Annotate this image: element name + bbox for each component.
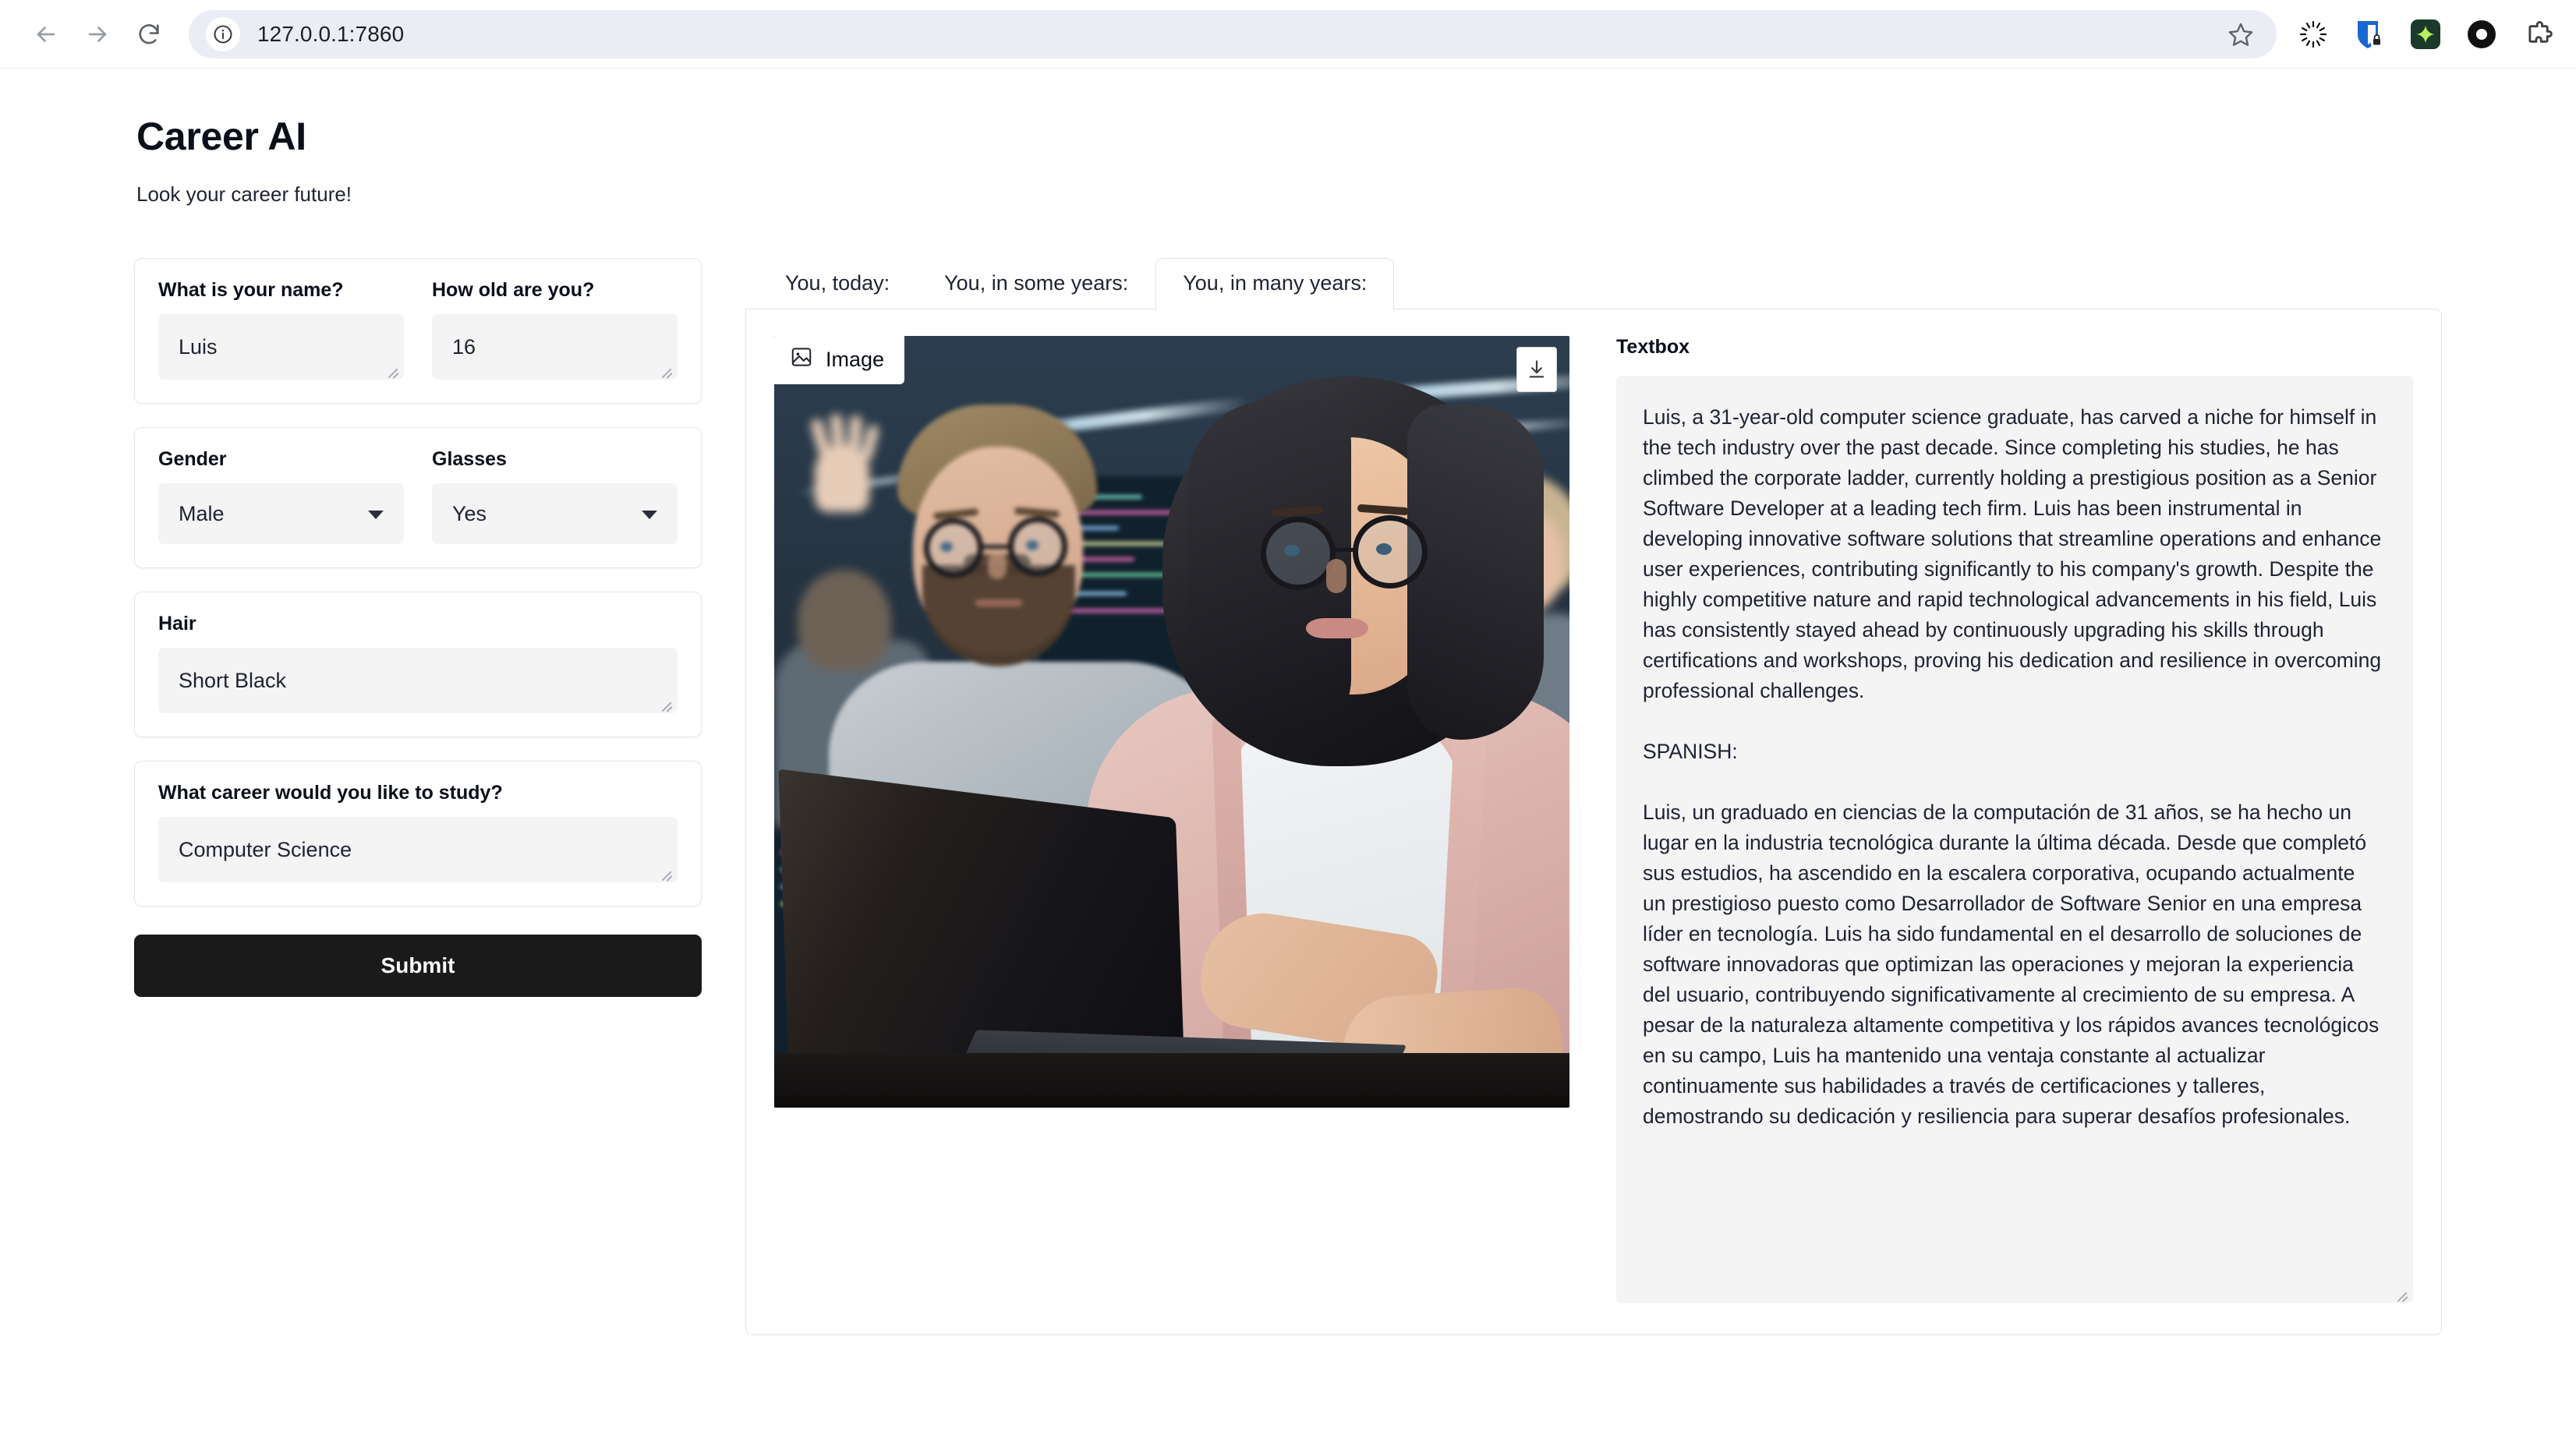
textbox-paragraph-spanish: Luis, un graduado en ciencias de la comp… <box>1643 801 2380 1128</box>
hair-field-group: Hair Short Black <box>158 613 678 713</box>
textbox-output-column: Textbox Luis, a 31-year-old computer sci… <box>1616 336 2413 1303</box>
hair-input[interactable]: Short Black <box>158 648 678 713</box>
age-field-group: How old are you? 16 <box>432 279 678 380</box>
output-column: You, today: You, in some years: You, in … <box>745 258 2442 1335</box>
age-value: 16 <box>452 334 476 359</box>
main-columns: What is your name? Luis How old are you?… <box>134 258 2442 1335</box>
download-icon[interactable] <box>1516 347 1557 392</box>
tab-bar: You, today: You, in some years: You, in … <box>745 258 2442 309</box>
bookmark-star-icon[interactable] <box>2220 14 2261 55</box>
resize-grip-icon[interactable] <box>2394 1285 2409 1301</box>
shield-lock-icon[interactable] <box>2351 16 2387 52</box>
resize-grip-icon[interactable] <box>658 362 674 377</box>
tab-panel-you-in-many-years: Image Textbox Luis, a 31-year-old comput… <box>745 309 2442 1335</box>
career-field-group: What career would you like to study? Com… <box>158 782 678 882</box>
hair-card: Hair Short Black <box>134 592 702 737</box>
resize-grip-icon[interactable] <box>658 864 674 880</box>
glasses-value: Yes <box>452 501 487 525</box>
gender-field-group: Gender Male <box>158 448 404 544</box>
glasses-dropdown[interactable]: Yes <box>432 483 678 544</box>
hair-label: Hair <box>158 613 196 634</box>
tab-you-in-some-years[interactable]: You, in some years: <box>917 258 1155 309</box>
gemini-sparkle-icon[interactable] <box>2408 16 2443 52</box>
career-card: What career would you like to study? Com… <box>134 761 702 907</box>
name-field-group: What is your name? Luis <box>158 279 404 380</box>
input-form-column: What is your name? Luis How old are you?… <box>134 258 702 997</box>
resize-grip-icon[interactable] <box>384 362 400 377</box>
generated-image[interactable]: Image <box>774 336 1569 1108</box>
name-value: Luis <box>179 334 218 359</box>
url-text: 127.0.0.1:7860 <box>257 21 405 46</box>
tab-you-today[interactable]: You, today: <box>758 258 917 309</box>
chevron-down-icon[interactable] <box>642 511 657 519</box>
gender-glasses-card: Gender Male Glasses Yes <box>134 427 702 568</box>
picture-icon <box>790 345 813 374</box>
reload-button[interactable] <box>123 9 175 60</box>
image-output-column: Image <box>774 336 1569 1303</box>
name-input[interactable]: Luis <box>158 314 404 380</box>
career-value: Computer Science <box>179 837 352 861</box>
glasses-field-group: Glasses Yes <box>432 448 678 544</box>
back-button[interactable] <box>20 9 72 60</box>
page-body: Career AI Look your career future! What … <box>0 69 2576 1442</box>
glasses-label: Glasses <box>432 448 507 470</box>
textbox-spanish-heading: SPANISH: <box>1643 740 1738 763</box>
age-label: How old are you? <box>432 279 595 301</box>
gender-value: Male <box>179 501 225 525</box>
tab-you-in-many-years[interactable]: You, in many years: <box>1155 258 1395 309</box>
extensions-area <box>2295 16 2556 52</box>
submit-button[interactable]: Submit <box>134 935 702 997</box>
address-bar[interactable]: 127.0.0.1:7860 <box>189 9 2277 58</box>
page-title: Career AI <box>136 115 306 158</box>
site-info-icon[interactable] <box>206 16 240 51</box>
hair-value: Short Black <box>179 668 287 692</box>
gender-dropdown[interactable]: Male <box>158 483 404 544</box>
textbox-label: Textbox <box>1616 336 1690 358</box>
name-age-card: What is your name? Luis How old are you?… <box>134 258 702 404</box>
textbox-paragraph-english: Luis, a 31-year-old computer science gra… <box>1643 405 2382 702</box>
name-label: What is your name? <box>158 279 344 301</box>
forward-button[interactable] <box>72 9 123 60</box>
gender-label: Gender <box>158 448 227 470</box>
image-label-text: Image <box>826 348 885 371</box>
page-subtitle: Look your career future! <box>136 182 352 206</box>
career-label: What career would you like to study? <box>158 782 503 804</box>
image-label-badge: Image <box>774 336 905 384</box>
black-ring-icon[interactable] <box>2464 16 2500 52</box>
image-content <box>774 336 1569 1108</box>
gradio-app: Career AI Look your career future! What … <box>134 69 2442 1335</box>
loading-spinner-icon[interactable] <box>2295 16 2331 52</box>
chevron-down-icon[interactable] <box>368 511 384 519</box>
resize-grip-icon[interactable] <box>658 695 674 711</box>
age-input[interactable]: 16 <box>432 314 678 380</box>
puzzle-piece-icon[interactable] <box>2520 16 2556 52</box>
career-input[interactable]: Computer Science <box>158 817 678 882</box>
browser-toolbar: 127.0.0.1:7860 <box>0 0 2576 69</box>
textbox-content[interactable]: Luis, a 31-year-old computer science gra… <box>1616 376 2413 1303</box>
